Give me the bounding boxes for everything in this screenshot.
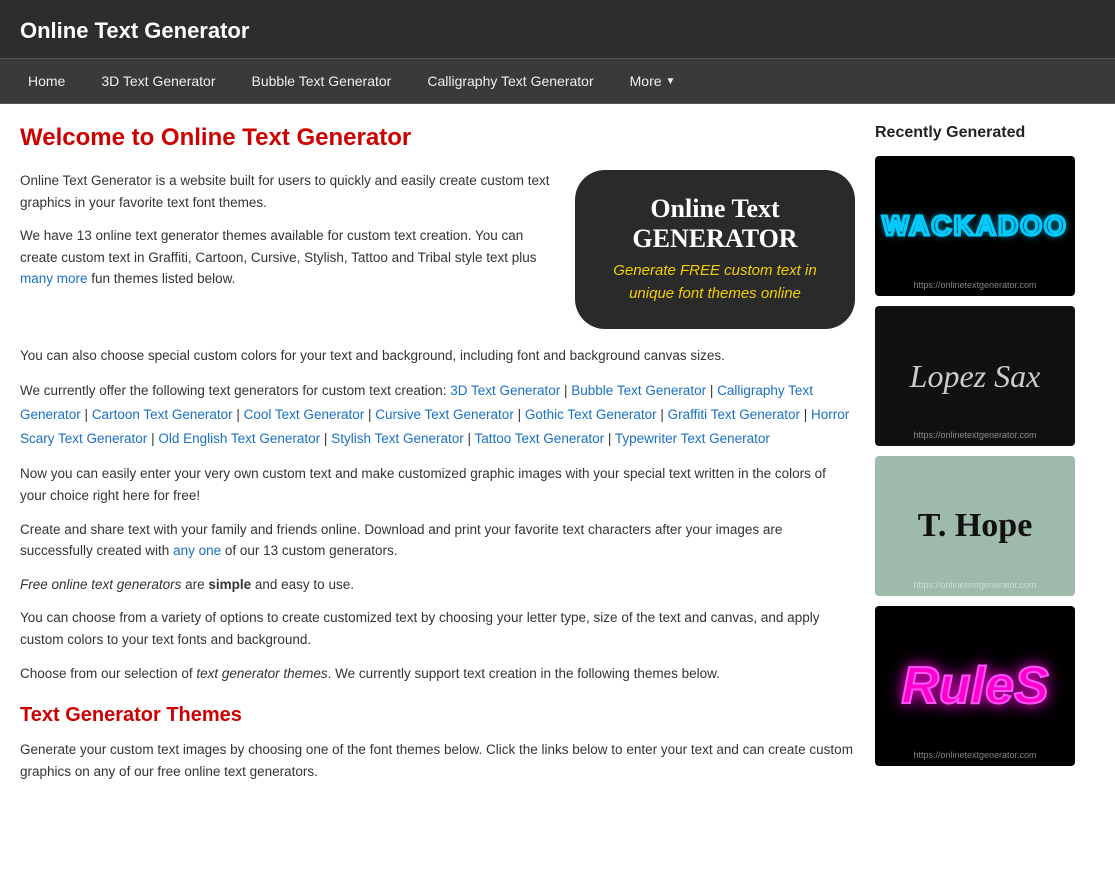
lopezsax-text: Lopez Sax	[910, 358, 1041, 395]
logo-box: Online TextGENERATOR Generate FREE custo…	[575, 170, 855, 329]
logo-box-subtitle: Generate FREE custom text in unique font…	[595, 260, 835, 305]
link-stylish[interactable]: Stylish Text Generator	[331, 431, 464, 446]
link-bubble[interactable]: Bubble Text Generator	[571, 383, 706, 398]
main-nav: Home 3D Text Generator Bubble Text Gener…	[0, 58, 1115, 104]
logo-box-title: Online TextGENERATOR	[595, 194, 835, 254]
lopezsax-watermark: https://onlinetextgenerator.com	[875, 430, 1075, 440]
link-graffiti[interactable]: Graffiti Text Generator	[668, 407, 800, 422]
link-cartoon[interactable]: Cartoon Text Generator	[92, 407, 233, 422]
sidebar-heading: Recently Generated	[875, 124, 1095, 142]
page-title: Welcome to Online Text Generator	[20, 124, 855, 152]
link-cursive[interactable]: Cursive Text Generator	[375, 407, 514, 422]
para-simple: Free online text generators are simple a…	[20, 574, 855, 596]
site-title: Online Text Generator	[20, 18, 249, 43]
nav-3d-text[interactable]: 3D Text Generator	[83, 59, 233, 103]
themes-intro: Generate your custom text images by choo…	[20, 739, 855, 782]
page-body: Welcome to Online Text Generator Online …	[0, 104, 1115, 814]
link-typewriter[interactable]: Typewriter Text Generator	[615, 431, 770, 446]
many-more-link[interactable]: many more	[20, 271, 88, 286]
intro-block: Online Text Generator is a website built…	[20, 170, 855, 329]
chevron-down-icon: ▼	[666, 76, 676, 87]
generators-paragraph: We currently offer the following text ge…	[20, 379, 855, 452]
sidebar-image-rules[interactable]: RuleS https://onlinetextgenerator.com	[875, 606, 1075, 766]
para-colors: You can also choose special custom color…	[20, 345, 855, 367]
intro-text-left: Online Text Generator is a website built…	[20, 170, 555, 302]
link-3d[interactable]: 3D Text Generator	[450, 383, 560, 398]
link-old-english[interactable]: Old English Text Generator	[158, 431, 320, 446]
wackadoo-text: WACKADOO	[882, 210, 1068, 242]
link-cool[interactable]: Cool Text Generator	[244, 407, 365, 422]
wackadoo-watermark: https://onlinetextgenerator.com	[875, 280, 1075, 290]
intro-para-1: Online Text Generator is a website built…	[20, 170, 555, 213]
nav-bubble-text[interactable]: Bubble Text Generator	[234, 59, 410, 103]
para-custom: Now you can easily enter your very own c…	[20, 463, 855, 506]
para-share: Create and share text with your family a…	[20, 519, 855, 562]
link-tattoo[interactable]: Tattoo Text Generator	[475, 431, 605, 446]
sidebar-image-thope[interactable]: T. Hope https://onlinetextgenerator.com	[875, 456, 1075, 596]
thope-text: T. Hope	[918, 507, 1033, 545]
sidebar-image-lopezsax[interactable]: Lopez Sax https://onlinetextgenerator.co…	[875, 306, 1075, 446]
main-content: Welcome to Online Text Generator Online …	[20, 124, 855, 794]
italic-text-themes: text generator themes	[196, 666, 327, 681]
themes-heading: Text Generator Themes	[20, 704, 855, 727]
para-themes: Choose from our selection of text genera…	[20, 663, 855, 685]
sidebar-image-wackadoo[interactable]: WACKADOO https://onlinetextgenerator.com	[875, 156, 1075, 296]
thope-watermark: https://onlinetextgenerator.com	[875, 580, 1075, 590]
nav-calligraphy-text[interactable]: Calligraphy Text Generator	[409, 59, 611, 103]
nav-more[interactable]: More ▼	[612, 59, 694, 103]
rules-watermark: https://onlinetextgenerator.com	[875, 750, 1075, 760]
link-gothic[interactable]: Gothic Text Generator	[525, 407, 657, 422]
site-header: Online Text Generator	[0, 0, 1115, 58]
rules-text: RuleS	[901, 656, 1048, 716]
nav-home[interactable]: Home	[10, 59, 83, 103]
para-options: You can choose from a variety of options…	[20, 607, 855, 650]
any-one-link[interactable]: any one	[173, 543, 221, 558]
intro-para-2: We have 13 online text generator themes …	[20, 225, 555, 290]
sidebar: Recently Generated WACKADOO https://onli…	[875, 124, 1095, 794]
italic-free-generators: Free online text generators	[20, 577, 181, 592]
